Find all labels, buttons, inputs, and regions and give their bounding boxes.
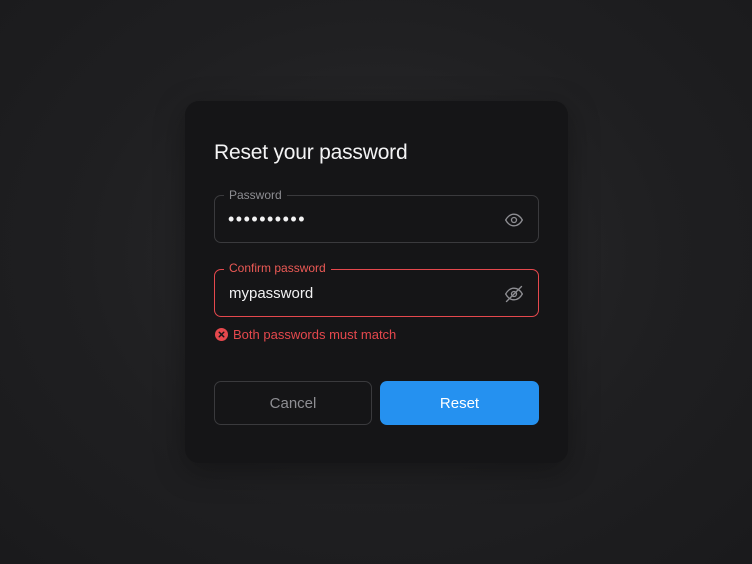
error-circle-icon (215, 328, 228, 341)
confirm-password-field[interactable]: Confirm password mypassword (214, 261, 539, 317)
error-text: Both passwords must match (233, 327, 397, 342)
password-field[interactable]: Password •••••••••• (214, 188, 539, 243)
reset-button[interactable]: Reset (380, 381, 539, 425)
error-message: Both passwords must match (215, 327, 396, 342)
password-value[interactable]: •••••••••• (228, 210, 306, 228)
cancel-button[interactable]: Cancel (214, 381, 372, 425)
eye-icon[interactable] (504, 210, 524, 230)
confirm-password-label: Confirm password (224, 261, 331, 275)
password-label: Password (224, 188, 287, 202)
eye-off-icon[interactable] (504, 284, 524, 304)
confirm-password-value[interactable]: mypassword (229, 285, 313, 302)
dialog-title: Reset your password (214, 141, 408, 164)
reset-password-dialog: Reset your password Password •••••••••• … (185, 101, 568, 463)
